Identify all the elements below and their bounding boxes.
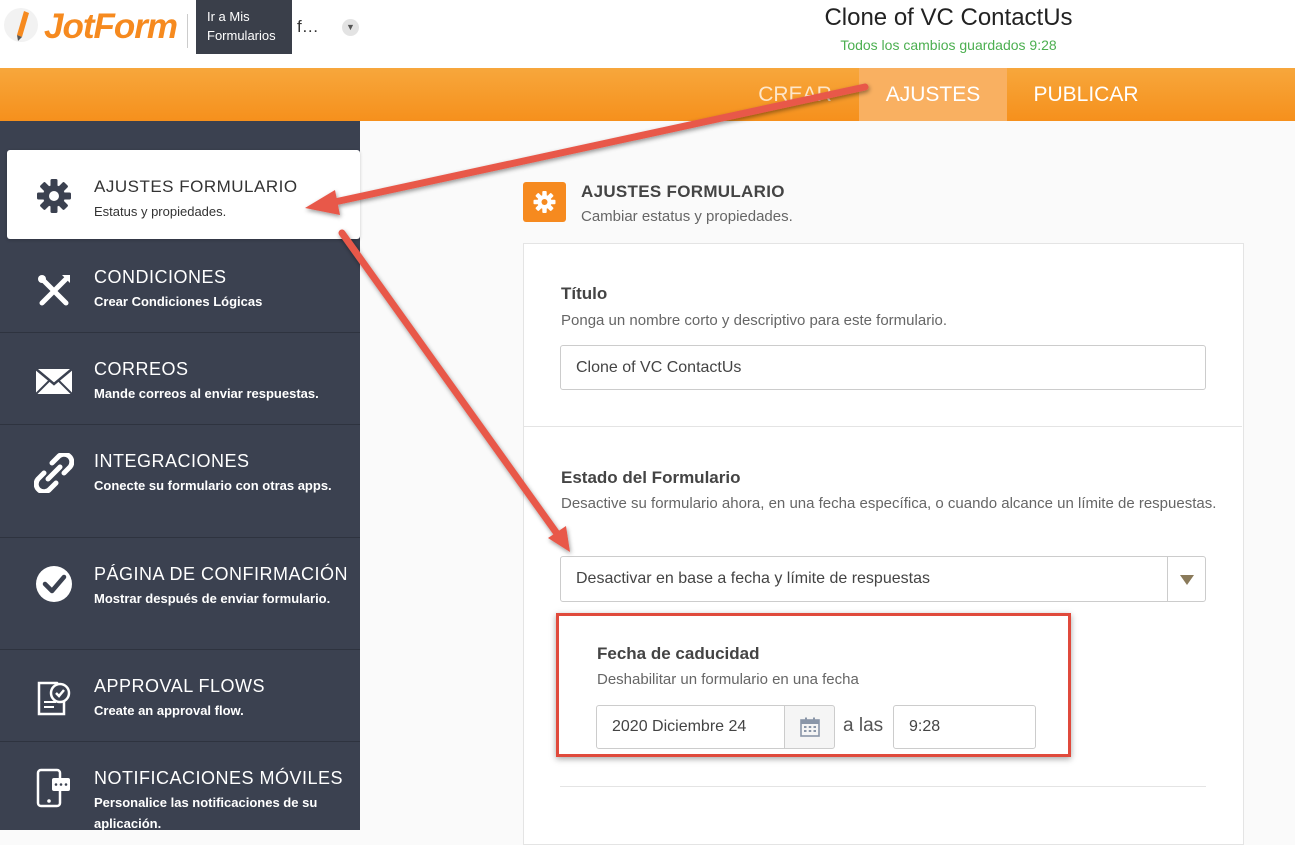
sidebar-item-subtitle: Mostrar después de enviar formulario. bbox=[94, 591, 331, 606]
gear-icon bbox=[37, 179, 71, 213]
panel-divider bbox=[523, 426, 1242, 427]
sidebar-item-title: INTEGRACIONES bbox=[94, 451, 250, 471]
section-title: AJUSTES FORMULARIO bbox=[581, 182, 785, 201]
sidebar-item-title: PÁGINA DE CONFIRMACIÓN bbox=[94, 564, 349, 584]
sidebar-item-integraciones[interactable]: INTEGRACIONES Conecte su formulario con … bbox=[0, 425, 360, 538]
title-description: Ponga un nombre corto y descriptivo para… bbox=[561, 312, 948, 329]
check-circle-icon bbox=[36, 566, 72, 602]
tab-crear[interactable]: CREAR bbox=[740, 68, 850, 121]
sidebar-item-approval-flows[interactable]: APPROVAL FLOWS Create an approval flow. bbox=[0, 650, 360, 742]
form-title-input[interactable]: Clone of VC ContactUs bbox=[560, 345, 1206, 390]
status-label: Estado del Formulario bbox=[561, 468, 741, 487]
gear-icon bbox=[533, 191, 556, 213]
sidebar-item-pagina-confirmacion[interactable]: PÁGINA DE CONFIRMACIÓN Mostrar después d… bbox=[0, 538, 360, 650]
status-description: Desactive su formulario ahora, en una fe… bbox=[561, 495, 1217, 512]
sidebar-item-subtitle: Crear Condiciones Lógicas bbox=[94, 294, 263, 309]
sidebar-item-subtitle: Conecte su formulario con otras apps. bbox=[94, 478, 332, 493]
sidebar-item-ajustes-formulario[interactable]: AJUSTES FORMULARIO Estatus y propiedades… bbox=[7, 150, 360, 239]
tab-publicar[interactable]: PUBLICAR bbox=[1020, 68, 1152, 121]
sidebar-item-notificaciones-moviles[interactable]: NOTIFICACIONES MÓVILES Personalice las n… bbox=[0, 742, 360, 831]
sidebar-item-subtitle: Mande correos al enviar respuestas. bbox=[94, 386, 319, 401]
sidebar-item-title: AJUSTES FORMULARIO bbox=[94, 177, 298, 196]
sidebar-item-title: NOTIFICACIONES MÓVILES bbox=[94, 768, 344, 788]
jotform-logo[interactable]: JotForm bbox=[4, 5, 184, 47]
form-name-truncated[interactable]: f… bbox=[297, 17, 319, 37]
sidebar-item-title: CORREOS bbox=[94, 359, 189, 379]
conditions-icon bbox=[38, 275, 70, 306]
sidebar-item-title: CONDICIONES bbox=[94, 267, 227, 287]
sidebar-item-subtitle: Estatus y propiedades. bbox=[94, 204, 227, 219]
my-forms-tooltip: Ir a Mis Formularios bbox=[196, 0, 292, 54]
settings-section-icon bbox=[523, 182, 566, 222]
chevron-down-icon[interactable]: ▼ bbox=[342, 19, 359, 36]
section-subtitle: Cambiar estatus y propiedades. bbox=[581, 208, 793, 225]
sidebar-item-condiciones[interactable]: CONDICIONES Crear Condiciones Lógicas bbox=[0, 241, 360, 333]
sidebar-item-title: APPROVAL FLOWS bbox=[94, 676, 266, 696]
sidebar-item-correos[interactable]: CORREOS Mande correos al enviar respuest… bbox=[0, 333, 360, 425]
sidebar-item-subtitle: Create an approval flow. bbox=[94, 703, 244, 718]
save-status: Todos los cambios guardados 9:28 bbox=[840, 37, 1057, 53]
link-icon bbox=[34, 453, 74, 493]
top-bar: JotForm Ir a Mis Formularios f… ▼ Clone … bbox=[0, 0, 1295, 68]
mobile-icon bbox=[36, 768, 70, 808]
section-divider bbox=[560, 786, 1206, 787]
dropdown-arrow-icon[interactable] bbox=[1167, 557, 1206, 601]
logo-text: JotForm bbox=[44, 7, 178, 46]
form-title[interactable]: Clone of VC ContactUs bbox=[700, 4, 1197, 32]
sidebar-item-subtitle: Personalice las notificaciones de su apl… bbox=[94, 795, 318, 831]
title-label: Título bbox=[561, 284, 608, 303]
envelope-icon bbox=[35, 368, 73, 395]
pencil-logo-icon bbox=[4, 8, 38, 42]
tab-ajustes[interactable]: AJUSTES bbox=[859, 68, 1007, 121]
highlight-box bbox=[556, 613, 1071, 757]
logo-divider bbox=[187, 14, 188, 48]
status-select[interactable]: Desactivar en base a fecha y límite de r… bbox=[560, 556, 1206, 602]
approval-icon bbox=[37, 681, 71, 716]
